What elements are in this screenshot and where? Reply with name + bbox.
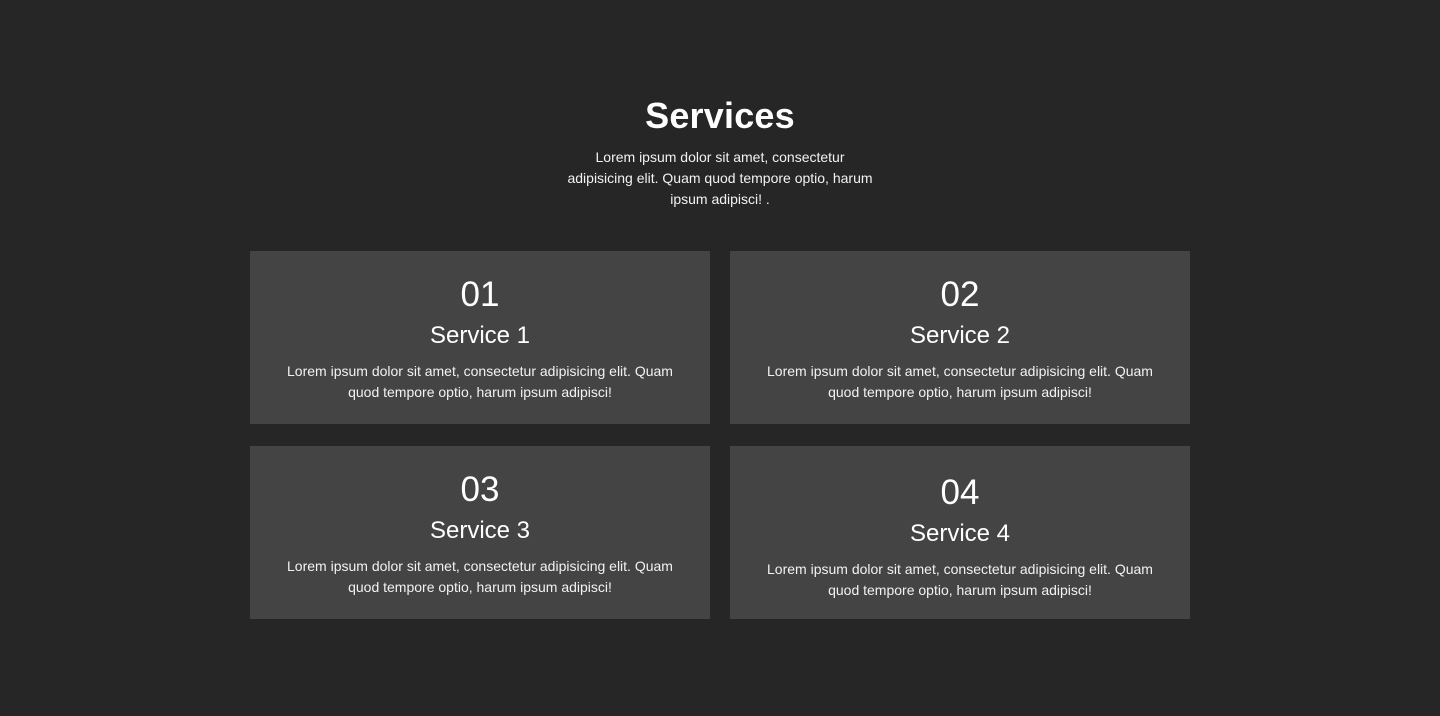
service-title: Service 2 — [909, 322, 1011, 349]
service-description: Lorem ipsum dolor sit amet, consectetur … — [287, 558, 673, 595]
service-number: 02 — [940, 275, 980, 314]
service-number: 01 — [460, 275, 500, 314]
section-intro: Lorem ipsum dolor sit amet, consectetur … — [567, 149, 873, 207]
service-description: Lorem ipsum dolor sit amet, consectetur … — [767, 561, 1153, 598]
service-title: Service 3 — [429, 517, 531, 544]
service-card-3: 03 Service 3 Lorem ipsum dolor sit amet,… — [250, 446, 710, 619]
service-title: Service 4 — [909, 520, 1011, 547]
service-number: 04 — [940, 473, 980, 512]
service-description: Lorem ipsum dolor sit amet, consectetur … — [287, 363, 673, 400]
service-card-1: 01 Service 1 Lorem ipsum dolor sit amet,… — [250, 251, 710, 424]
services-section: Services Lorem ipsum dolor sit amet, con… — [0, 0, 1440, 716]
service-card-2: 02 Service 2 Lorem ipsum dolor sit amet,… — [730, 251, 1190, 424]
service-description: Lorem ipsum dolor sit amet, consectetur … — [767, 363, 1153, 400]
service-card-4: 04 Service 4 Lorem ipsum dolor sit amet,… — [730, 446, 1190, 619]
section-title: Services — [645, 95, 795, 136]
service-title: Service 1 — [429, 322, 531, 349]
service-number: 03 — [460, 470, 500, 509]
